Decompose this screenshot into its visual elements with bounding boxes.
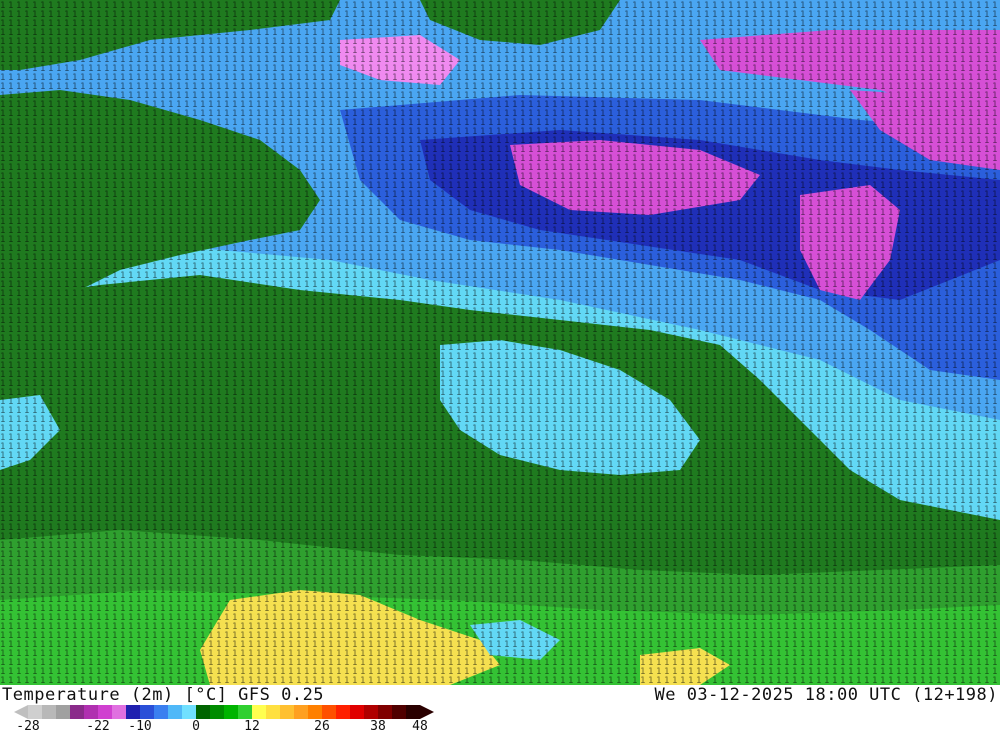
colorbar-cell xyxy=(224,705,238,719)
colorbar-cell xyxy=(252,705,266,719)
map-footer: Temperature (2m) [°C] GFS 0.25 We 03-12-… xyxy=(0,685,1000,734)
colorbar-cell xyxy=(56,705,70,719)
colorbar-cell xyxy=(84,705,98,719)
colorbar-cell xyxy=(364,705,378,719)
colorbar-tick-label: 12 xyxy=(244,719,260,734)
colorbar-cell xyxy=(168,705,182,719)
map-timestamp: We 03-12-2025 18:00 UTC (12+198) xyxy=(654,685,998,705)
colorbar-tick-label: 48 xyxy=(412,719,428,734)
colorbar-cell xyxy=(308,705,322,719)
colorbar-tick-label: 0 xyxy=(192,719,200,734)
colorbar-cell xyxy=(210,705,224,719)
colorbar-cell xyxy=(294,705,308,719)
colorbar-cell xyxy=(322,705,336,719)
colorbar-cell xyxy=(238,705,252,719)
value-labels-overlay xyxy=(0,0,1000,685)
colorbar-min-arrow xyxy=(14,705,28,719)
colorbar-tick-label: 26 xyxy=(314,719,330,734)
colorbar-cell xyxy=(140,705,154,719)
colorbar-cell xyxy=(266,705,280,719)
colorbar-cell xyxy=(378,705,392,719)
colorbar-cell xyxy=(154,705,168,719)
colorbar-cell xyxy=(392,705,406,719)
colorbar-tick-label: -28 xyxy=(16,719,40,734)
colorbar xyxy=(28,705,420,719)
colorbar-max-arrow xyxy=(420,705,434,719)
map-title: Temperature (2m) [°C] GFS 0.25 xyxy=(2,685,325,705)
colorbar-cell xyxy=(280,705,294,719)
colorbar-cell xyxy=(182,705,196,719)
colorbar-tick-label: 38 xyxy=(370,719,386,734)
colorbar-cell xyxy=(98,705,112,719)
colorbar-cell xyxy=(28,705,42,719)
colorbar-tick-label: -10 xyxy=(128,719,152,734)
colorbar-tick-label: -22 xyxy=(86,719,110,734)
colorbar-cell xyxy=(112,705,126,719)
colorbar-cell xyxy=(70,705,84,719)
colorbar-cell xyxy=(350,705,364,719)
colorbar-cell xyxy=(126,705,140,719)
temperature-map: 1 xyxy=(0,0,1000,685)
colorbar-cell xyxy=(336,705,350,719)
colorbar-cell xyxy=(42,705,56,719)
colorbar-cell xyxy=(406,705,420,719)
colorbar-cell xyxy=(196,705,210,719)
